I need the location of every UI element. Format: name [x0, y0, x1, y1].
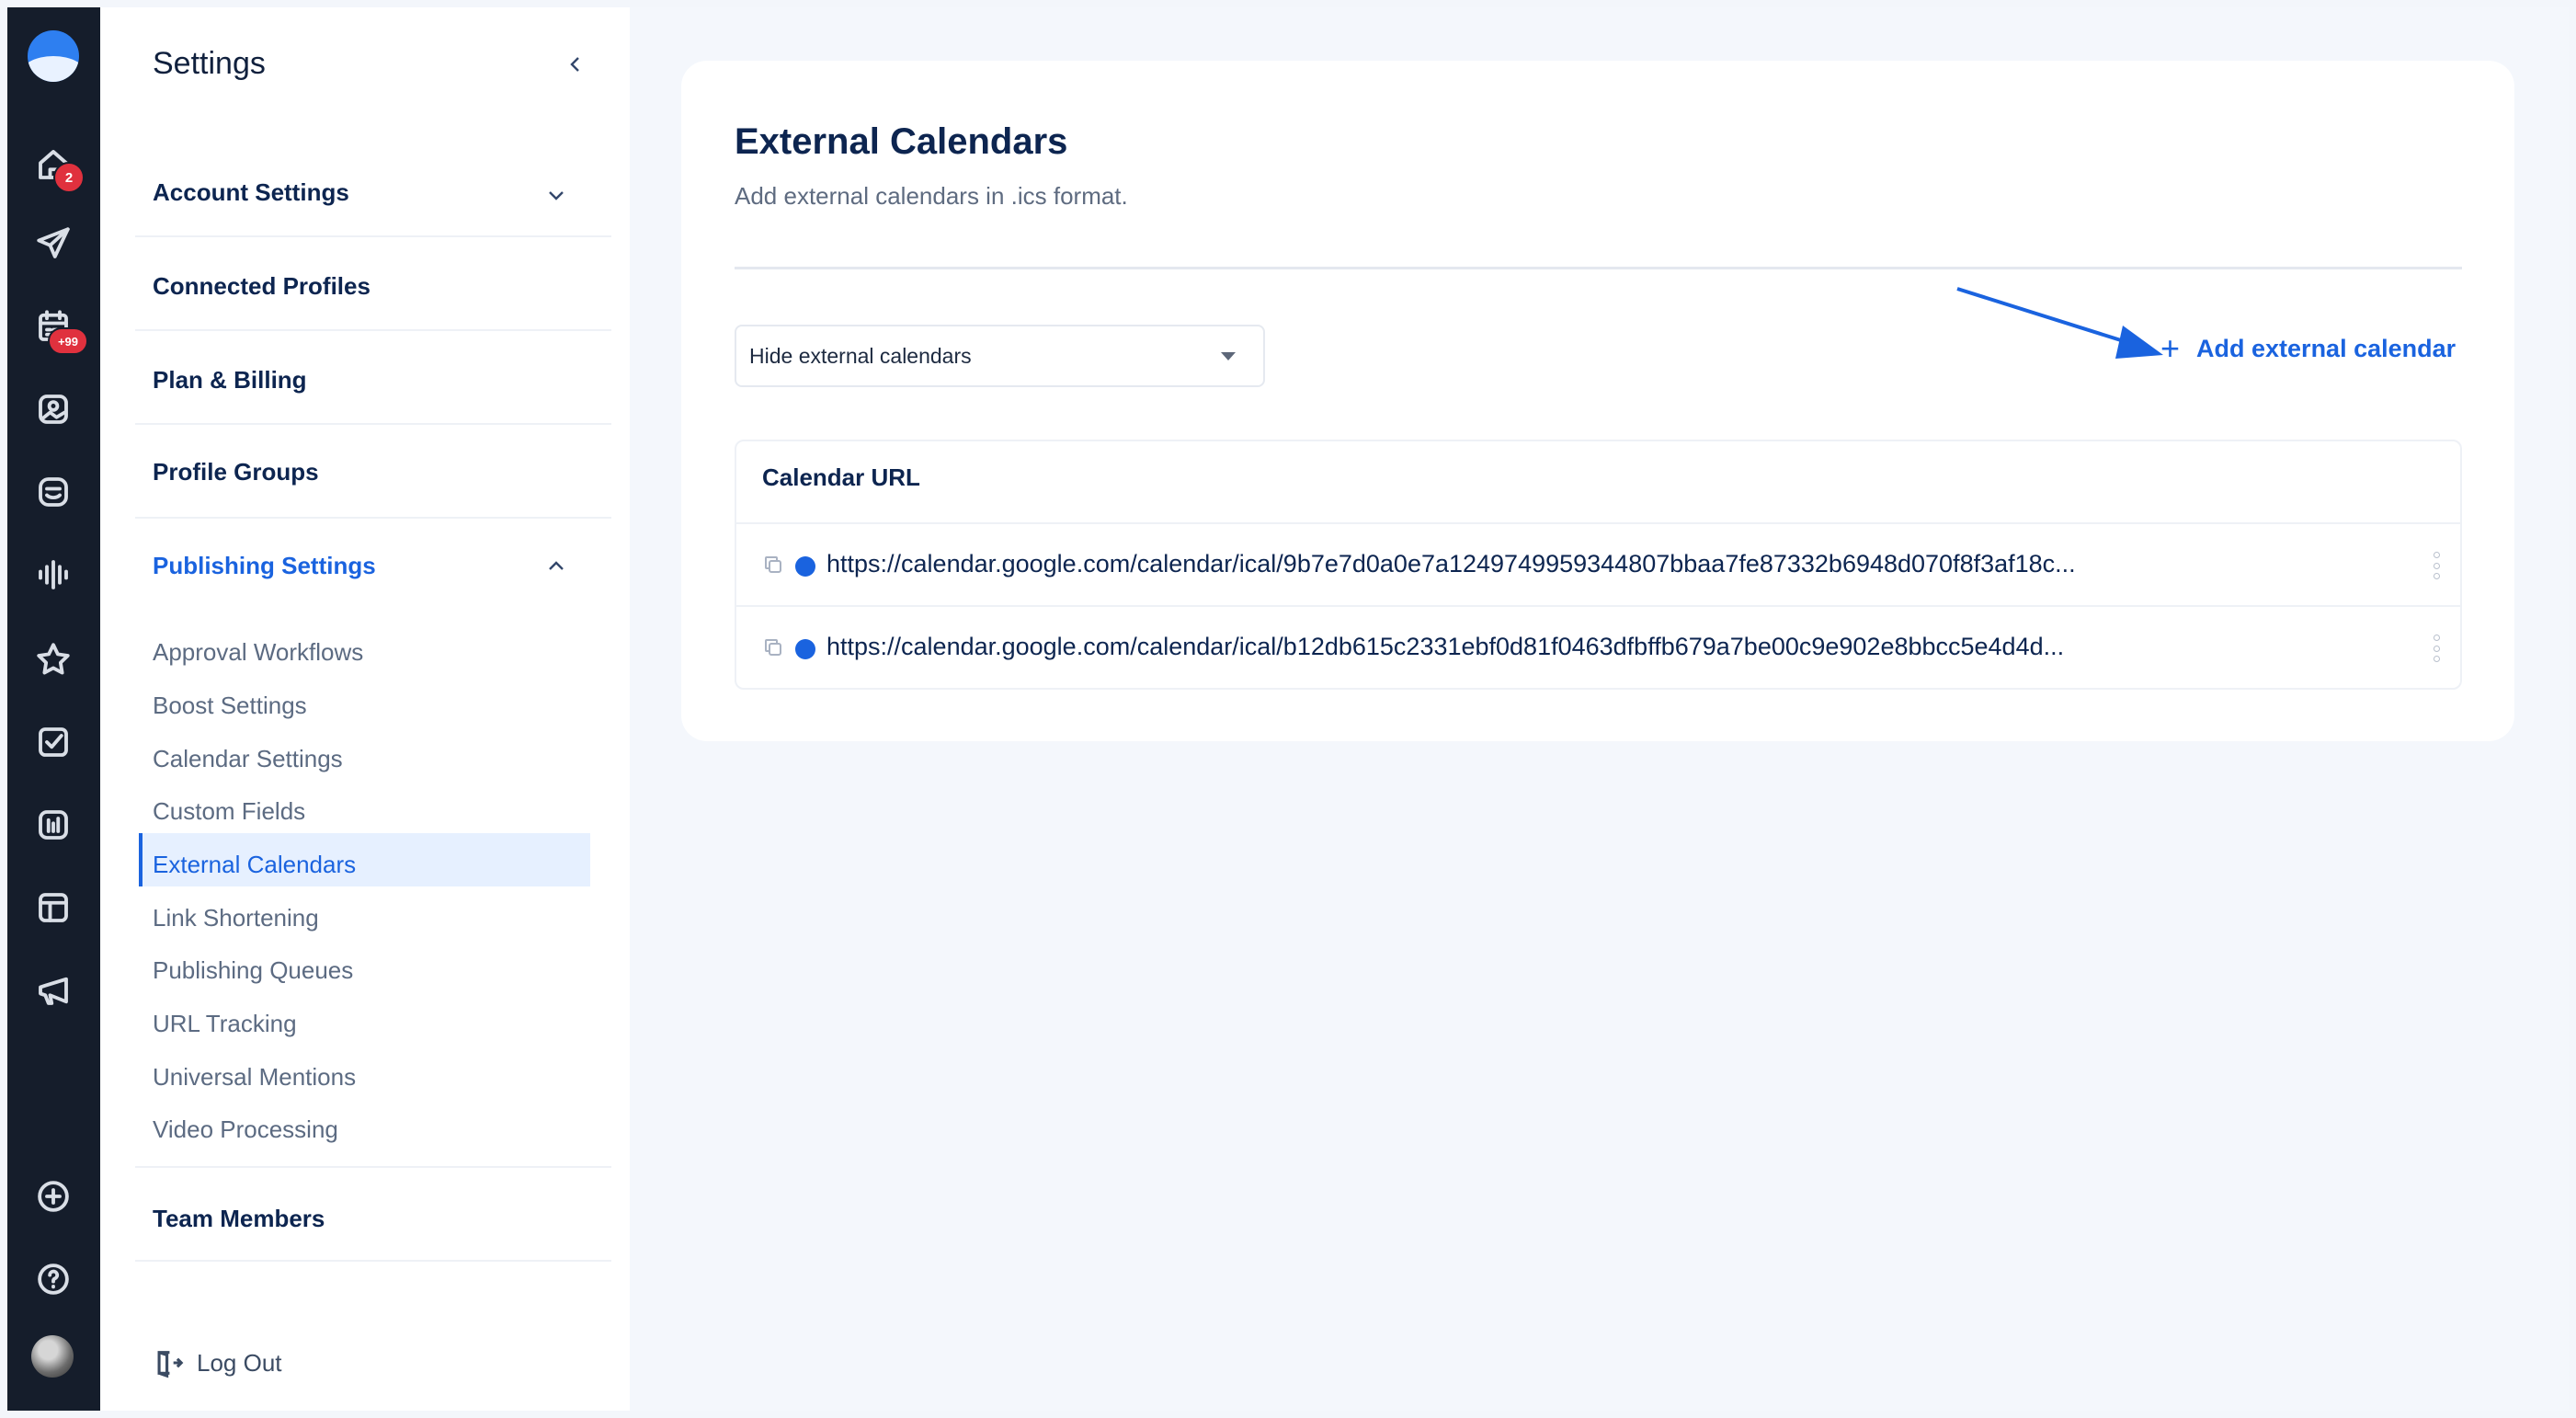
avatar[interactable]: [31, 1335, 74, 1378]
sidebar-item-custom-fields[interactable]: Custom Fields: [153, 797, 305, 826]
plus-icon: +: [2160, 329, 2181, 367]
divider: [135, 329, 611, 331]
calendar-table: Calendar URL https://calendar.google.com…: [735, 440, 2462, 690]
calendar-url[interactable]: https://calendar.google.com/calendar/ica…: [826, 633, 2064, 661]
audio-wave-icon[interactable]: [32, 554, 74, 596]
divider: [735, 267, 2462, 269]
sidebar-item-url-tracking[interactable]: URL Tracking: [153, 1010, 297, 1038]
logout-icon: [157, 1351, 184, 1378]
logout-label: Log Out: [197, 1348, 282, 1377]
chevron-left-icon: [570, 57, 579, 72]
divider: [135, 235, 611, 237]
star-icon[interactable]: [32, 638, 74, 680]
sidebar-item-external-calendars[interactable]: External Calendars: [153, 851, 356, 879]
copy-icon[interactable]: [762, 554, 784, 576]
caret-down-icon: [1221, 352, 1236, 360]
sidebar-item-publishing-queues[interactable]: Publishing Queues: [153, 956, 353, 985]
divider: [135, 517, 611, 519]
analytics-icon[interactable]: [32, 804, 74, 846]
column-header-calendar-url: Calendar URL: [762, 463, 920, 491]
divider: [135, 1260, 611, 1262]
sidebar-item-boost-settings[interactable]: Boost Settings: [153, 692, 307, 720]
sidebar-item-video-processing[interactable]: Video Processing: [153, 1115, 338, 1144]
more-options-icon[interactable]: [2434, 552, 2443, 579]
add-external-calendar-label: Add external calendar: [2196, 334, 2456, 362]
app-logo[interactable]: [28, 30, 79, 82]
sidebar-section-publishing-settings[interactable]: Publishing Settings: [153, 552, 376, 580]
inbox-icon[interactable]: [32, 471, 74, 513]
calendar-url[interactable]: https://calendar.google.com/calendar/ica…: [826, 550, 2076, 578]
layout-icon[interactable]: [32, 886, 74, 929]
calendar-color-dot: [795, 639, 815, 659]
logout-button[interactable]: Log Out: [153, 1347, 282, 1378]
app-window: 2 +99 Settings Account Settings Connecte…: [7, 7, 2569, 1411]
notification-badge: 2: [53, 162, 85, 193]
megaphone-icon[interactable]: [32, 969, 74, 1012]
task-check-icon[interactable]: [32, 721, 74, 763]
sidebar-section-plan-billing[interactable]: Plan & Billing: [153, 366, 307, 395]
sidebar-title: Settings: [153, 46, 266, 81]
calendar-badge: +99: [48, 327, 88, 355]
copy-icon[interactable]: [762, 636, 784, 658]
sidebar-item-calendar-settings[interactable]: Calendar Settings: [153, 745, 343, 773]
calendar-color-dot: [795, 556, 815, 577]
chevron-down-icon[interactable]: [545, 184, 567, 206]
select-value: Hide external calendars: [749, 343, 972, 368]
annotation-arrow-icon: [1956, 287, 2163, 359]
add-external-calendar-button[interactable]: + Add external calendar: [2160, 332, 2456, 365]
collapse-sidebar-button[interactable]: [564, 53, 587, 75]
more-options-icon[interactable]: [2434, 635, 2443, 662]
divider: [135, 1166, 611, 1168]
icon-rail: 2 +99: [7, 7, 100, 1411]
sidebar-section-connected-profiles[interactable]: Connected Profiles: [153, 272, 370, 301]
add-circle-icon[interactable]: [32, 1175, 74, 1218]
send-icon[interactable]: [32, 223, 74, 265]
sidebar-item-universal-mentions[interactable]: Universal Mentions: [153, 1063, 356, 1092]
help-icon[interactable]: [32, 1258, 74, 1300]
page-subtitle: Add external calendars in .ics format.: [735, 182, 1128, 210]
table-row[interactable]: https://calendar.google.com/calendar/ica…: [736, 605, 2460, 688]
table-row[interactable]: https://calendar.google.com/calendar/ica…: [736, 522, 2460, 605]
sidebar-item-link-shortening[interactable]: Link Shortening: [153, 904, 319, 932]
divider: [135, 423, 611, 425]
sidebar-section-account-settings[interactable]: Account Settings: [153, 178, 349, 207]
sidebar-item-approval-workflows[interactable]: Approval Workflows: [153, 638, 363, 667]
chevron-up-icon[interactable]: [545, 555, 567, 577]
sidebar-section-team-members[interactable]: Team Members: [153, 1205, 325, 1233]
media-icon[interactable]: [32, 388, 74, 430]
settings-sidebar: Settings Account Settings Connected Prof…: [100, 7, 630, 1411]
external-calendars-panel: External Calendars Add external calendar…: [681, 61, 2514, 741]
calendar-visibility-select[interactable]: Hide external calendars: [735, 325, 1265, 387]
page-title: External Calendars: [735, 121, 1068, 162]
sidebar-section-profile-groups[interactable]: Profile Groups: [153, 458, 319, 486]
